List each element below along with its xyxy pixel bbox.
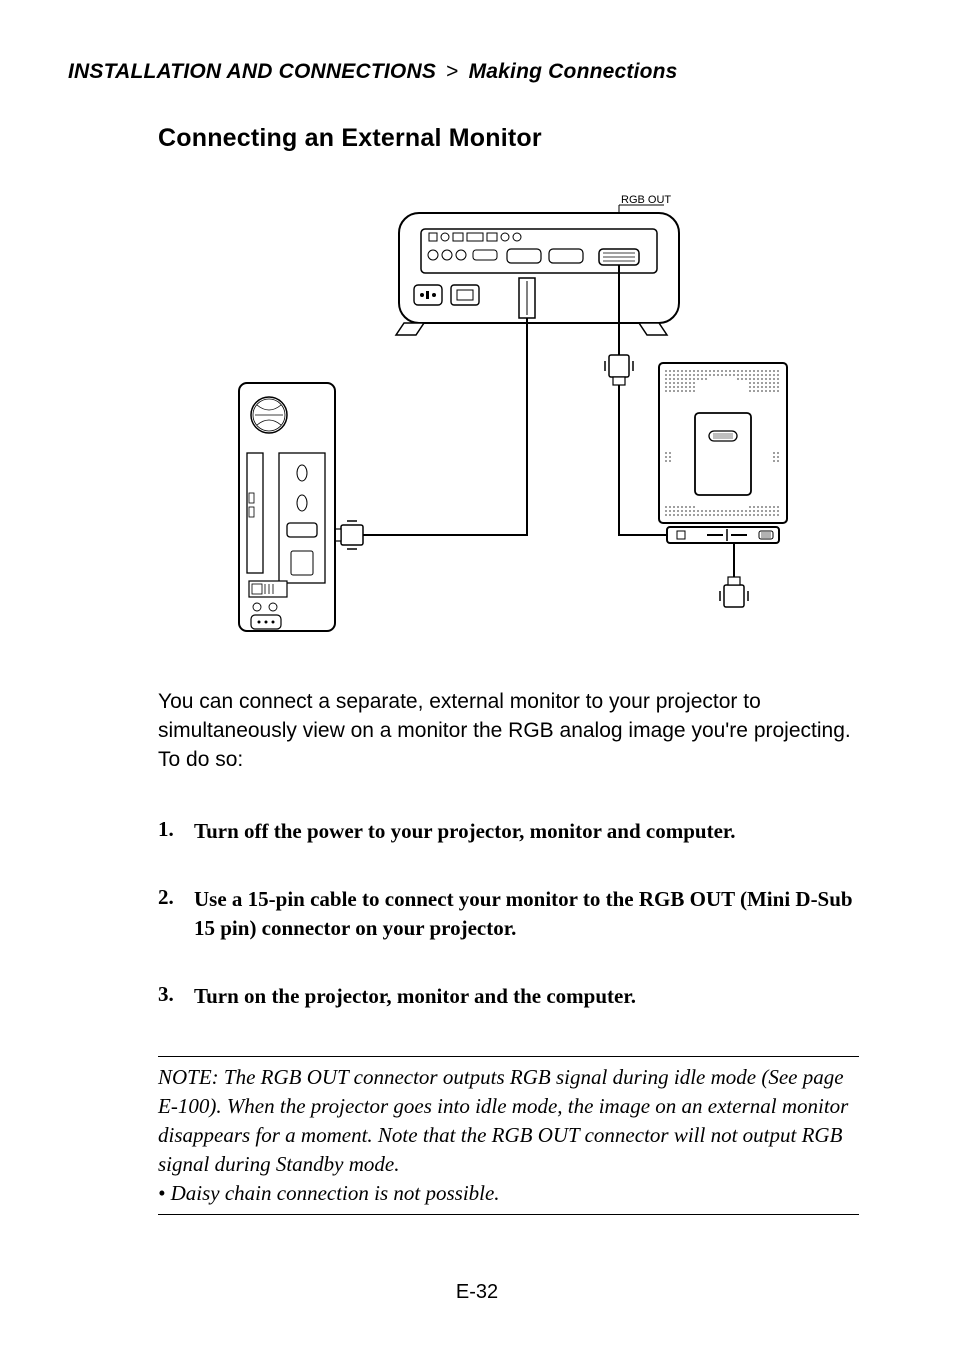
step-text: Use a 15-pin cable to connect your monit…: [194, 885, 859, 942]
page-number: E-32: [0, 1281, 954, 1304]
step-number: 2.: [158, 885, 194, 942]
breadcrumb-separator: >: [446, 60, 458, 83]
monitor-icon: [659, 363, 787, 543]
list-item: 1. Turn off the power to your projector,…: [158, 817, 859, 845]
note-bullet: • Daisy chain connection is not possible…: [158, 1179, 859, 1208]
section-title: Connecting an External Monitor: [158, 124, 859, 153]
list-item: 3. Turn on the projector, monitor and th…: [158, 982, 859, 1010]
diagram-svg: RGB OUT: [229, 193, 789, 633]
step-text: Turn on the projector, monitor and the c…: [194, 982, 859, 1010]
step-list: 1. Turn off the power to your projector,…: [158, 817, 859, 1010]
rgb-out-label: RGB OUT: [621, 194, 671, 206]
page: INSTALLATION AND CONNECTIONS > Making Co…: [0, 0, 954, 1352]
list-item: 2. Use a 15-pin cable to connect your mo…: [158, 885, 859, 942]
pc-tower-icon: [239, 383, 335, 631]
breadcrumb-section: INSTALLATION AND CONNECTIONS: [68, 60, 436, 83]
projector-icon: [396, 213, 679, 335]
note-body: NOTE: The RGB OUT connector outputs RGB …: [158, 1063, 859, 1179]
note-block: NOTE: The RGB OUT connector outputs RGB …: [158, 1056, 859, 1215]
step-number: 3.: [158, 982, 194, 1010]
connection-diagram: RGB OUT: [158, 193, 859, 633]
step-number: 1.: [158, 817, 194, 845]
breadcrumb-subsection: Making Connections: [469, 60, 678, 83]
intro-text: You can connect a separate, external mon…: [158, 688, 859, 775]
cable-pc-to-projector: [335, 318, 527, 549]
step-text: Turn off the power to your projector, mo…: [194, 817, 859, 845]
content-area: Connecting an External Monitor RGB OUT: [158, 124, 859, 1215]
breadcrumb: INSTALLATION AND CONNECTIONS > Making Co…: [68, 60, 859, 84]
